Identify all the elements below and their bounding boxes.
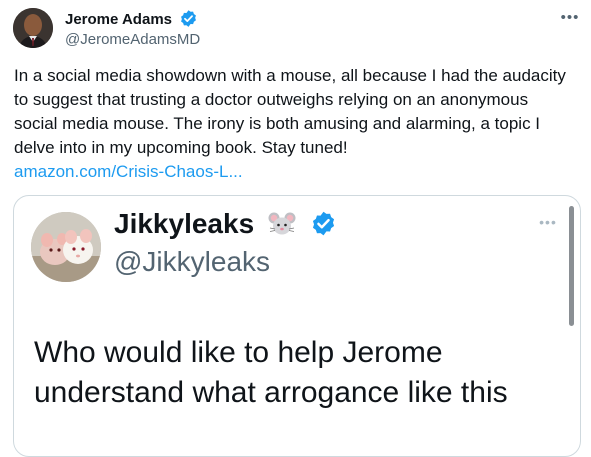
quoted-author-handle[interactable]: @Jikkyleaks (114, 244, 270, 280)
author-avatar-image (13, 8, 53, 48)
quoted-scrollbar[interactable] (569, 206, 574, 326)
more-options-button[interactable]: ••• (557, 8, 583, 30)
mouse-face-icon (268, 212, 296, 235)
more-horizontal-icon: ••• (560, 9, 580, 26)
quoted-avatar-image (31, 212, 101, 282)
quoted-verified-badge-icon (312, 211, 334, 236)
quoted-author-avatar[interactable] (31, 212, 101, 282)
quoted-tweet-card[interactable]: Jikkyleaks @Jikkyleaks ••• Who would lik… (13, 195, 581, 457)
author-name-row[interactable]: Jerome Adams (65, 9, 198, 30)
author-handle[interactable]: @JeromeAdamsMD (65, 30, 200, 50)
tweet-link[interactable]: amazon.com/Crisis-Chaos-L... (14, 160, 574, 184)
verified-badge-icon (181, 10, 197, 27)
author-name[interactable]: Jerome Adams (65, 11, 172, 28)
quoted-tweet-text: Who would like to help Jerome understand… (34, 336, 508, 409)
quoted-author-name-row[interactable]: Jikkyleaks (114, 206, 337, 242)
quoted-more-icon: ••• (539, 214, 557, 230)
author-avatar[interactable] (13, 8, 53, 48)
tweet-text: In a social media showdown with a mouse,… (14, 66, 566, 157)
quoted-author-name[interactable]: Jikkyleaks (114, 208, 254, 239)
tweet-body: In a social media showdown with a mouse,… (14, 64, 574, 184)
